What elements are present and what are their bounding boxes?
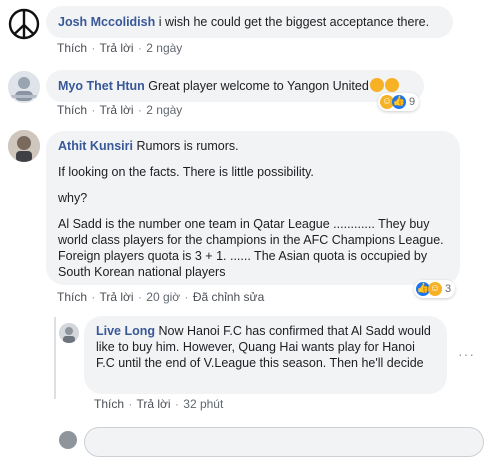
separator: · xyxy=(174,397,179,411)
comment-text: Great player welcome to Yangon United xyxy=(148,79,369,93)
separator: · xyxy=(137,103,142,117)
peace-sign-icon xyxy=(8,8,40,40)
comment-paragraph: Al Sadd is the number one team in Qatar … xyxy=(58,217,444,279)
edited-link[interactable]: Đã chỉnh sửa xyxy=(193,290,264,304)
comment-time[interactable]: 2 ngày xyxy=(146,41,182,55)
comment-bubble: Athit Kunsiri Rumors is rumors. If looki… xyxy=(46,131,460,285)
comment-author[interactable]: Myo Thet Htun xyxy=(58,79,145,93)
profile-photo-icon xyxy=(59,323,79,343)
profile-photo-icon xyxy=(8,130,40,162)
avatar[interactable] xyxy=(8,130,40,162)
separator: · xyxy=(137,41,142,55)
haha-icon: ☺ xyxy=(428,282,442,296)
comment-time[interactable]: 20 giờ xyxy=(146,290,180,304)
reply-link[interactable]: Trả lời xyxy=(99,290,133,304)
avatar xyxy=(59,431,77,449)
comment-actions: Thích · Trả lời · 2 ngày xyxy=(57,103,182,117)
comment-time[interactable]: 32 phút xyxy=(183,397,223,411)
separator: · xyxy=(128,397,133,411)
comment-author[interactable]: Live Long xyxy=(96,324,155,338)
avatar[interactable] xyxy=(8,71,40,103)
comment-actions: Thích · Trả lời · 2 ngày xyxy=(57,41,182,55)
reaction-summary[interactable]: 👍 ☺ 3 xyxy=(414,280,456,298)
comment-time[interactable]: 2 ngày xyxy=(146,103,182,117)
reply-link[interactable]: Trả lời xyxy=(136,397,170,411)
comment-paragraph: why? xyxy=(58,191,88,205)
like-link[interactable]: Thích xyxy=(57,103,87,117)
comment-paragraph: If looking on the facts. There is little… xyxy=(58,165,314,179)
like-link[interactable]: Thích xyxy=(57,290,87,304)
like-link[interactable]: Thích xyxy=(94,397,124,411)
comment-author[interactable]: Josh Mccolidish xyxy=(58,15,155,29)
separator: · xyxy=(91,41,96,55)
reaction-summary[interactable]: ☺ 👍 9 xyxy=(378,93,420,111)
separator: · xyxy=(137,290,142,304)
laughing-emoji-icon xyxy=(384,78,399,92)
avatar[interactable] xyxy=(59,323,79,343)
reply-input[interactable] xyxy=(84,427,484,457)
separator: · xyxy=(91,290,96,304)
comment-text: i wish he could get the biggest acceptan… xyxy=(158,15,430,29)
reply-thread-line xyxy=(54,317,56,399)
comment-author[interactable]: Athit Kunsiri xyxy=(58,139,133,153)
like-icon: 👍 xyxy=(392,95,406,109)
comment-bubble: Myo Thet Htun Great player welcome to Ya… xyxy=(46,70,424,102)
comment-bubble: Josh Mccolidish i wish he could get the … xyxy=(46,6,453,38)
reply-link[interactable]: Trả lời xyxy=(99,103,133,117)
more-options-icon[interactable]: ··· xyxy=(458,346,475,362)
laughing-emoji-icon xyxy=(369,78,384,92)
comment-actions: Thích · Trả lời · 32 phút xyxy=(94,397,223,411)
reply-link[interactable]: Trả lời xyxy=(99,41,133,55)
comment-text: Rumors is rumors. xyxy=(136,139,239,153)
like-link[interactable]: Thích xyxy=(57,41,87,55)
comment-first-line: Athit Kunsiri Rumors is rumors. xyxy=(58,138,448,154)
separator: · xyxy=(184,290,189,304)
avatar[interactable] xyxy=(8,8,40,40)
separator: · xyxy=(91,103,96,117)
comment-actions: Thích · Trả lời · 20 giờ · Đã chỉnh sửa xyxy=(57,290,264,304)
reaction-count: 9 xyxy=(409,96,416,108)
reaction-count: 3 xyxy=(445,283,452,295)
reply-bubble: Live Long Now Hanoi F.C has confirmed th… xyxy=(84,316,447,394)
profile-photo-icon xyxy=(8,71,40,103)
